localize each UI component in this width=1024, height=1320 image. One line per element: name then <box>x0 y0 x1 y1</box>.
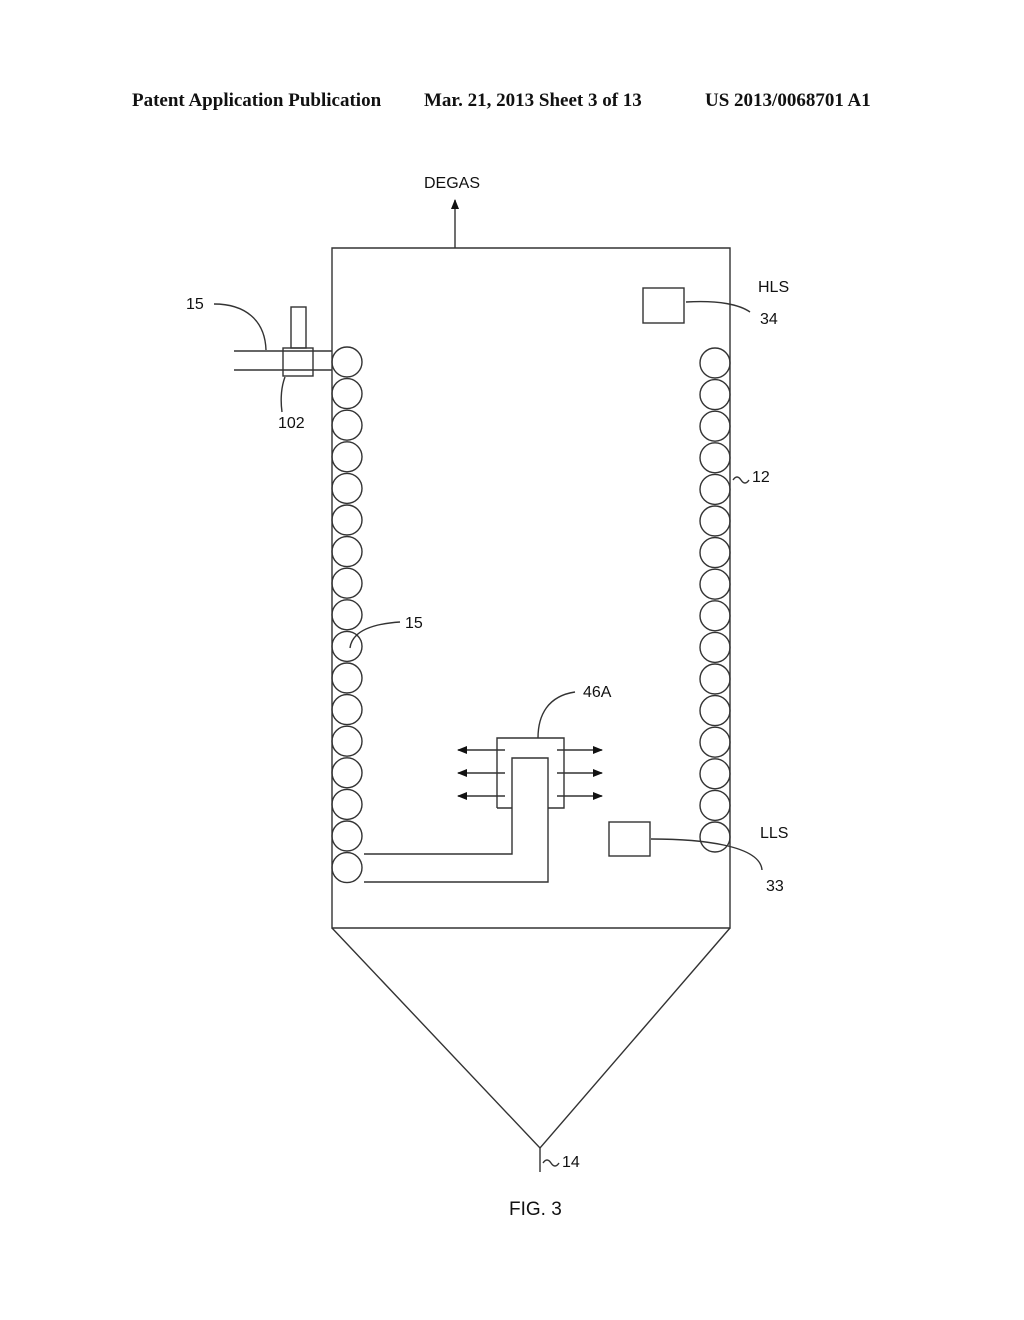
ref-102: 102 <box>278 415 305 432</box>
left-coil-turn <box>331 441 363 473</box>
left-coil-turn <box>331 535 363 568</box>
ref-15-coil: 15 <box>405 615 423 632</box>
hls-label: HLS <box>758 279 789 296</box>
left-coil-turn <box>331 472 363 505</box>
ref-14: 14 <box>562 1154 580 1171</box>
left-coil-turn <box>331 662 363 694</box>
ref-33: 33 <box>766 878 784 895</box>
right-coil-turn <box>699 442 731 474</box>
left-coil-turn <box>331 409 363 441</box>
right-coil-turn <box>699 663 731 695</box>
left-coil-turn <box>331 757 363 789</box>
right-coil-turn <box>699 631 731 664</box>
left-coil-turn <box>331 820 363 852</box>
high-level-sensor-34 <box>642 287 685 324</box>
left-coil-turn <box>331 599 363 631</box>
tilde-14 <box>542 1159 560 1167</box>
valve-102 <box>282 347 314 377</box>
left-coil-turn <box>331 725 363 757</box>
lls-label: LLS <box>760 825 788 842</box>
ref-46a: 46A <box>583 684 612 701</box>
ref-15-pipe: 15 <box>186 296 204 313</box>
left-coil-turn <box>331 346 363 378</box>
right-coil-column <box>699 347 731 853</box>
emitter-46a <box>496 737 565 809</box>
figure-caption: FIG. 3 <box>509 1199 562 1220</box>
valve-actuator <box>290 306 307 349</box>
leader-102 <box>280 376 286 413</box>
leader-34 <box>685 300 751 313</box>
right-coil-turn <box>699 536 731 569</box>
ref-34: 34 <box>760 311 778 328</box>
right-coil-turn <box>699 378 731 411</box>
left-coil-turn <box>331 630 363 663</box>
right-coil-turn <box>699 789 731 822</box>
low-level-sensor-33 <box>608 821 651 857</box>
vessel-cone <box>331 927 731 1150</box>
leader-33 <box>650 838 763 871</box>
left-coil-column <box>331 346 363 884</box>
left-coil-turn <box>331 504 363 536</box>
right-coil-turn <box>699 694 731 727</box>
right-coil-turn <box>699 821 731 853</box>
left-coil-turn <box>331 693 363 726</box>
leader-46a <box>537 691 576 739</box>
feed-line <box>364 757 549 883</box>
right-coil-turn <box>699 347 731 379</box>
figure-drawing: DEGAS 14 15 102 15 12 HLS 34 LLS 33 46A … <box>186 175 789 1220</box>
leader-15-pipe <box>213 303 267 351</box>
right-coil-turn <box>699 568 731 600</box>
right-coil-turn <box>699 473 731 506</box>
right-coil-turn <box>699 726 731 758</box>
vessel-body <box>331 247 731 929</box>
left-coil-turn <box>331 851 363 884</box>
emitter-arrows <box>457 746 603 800</box>
ref-12: 12 <box>752 469 770 486</box>
right-coil-turn <box>699 410 731 442</box>
tilde-12 <box>732 476 750 484</box>
left-coil-turn <box>331 377 363 410</box>
right-coil-turn <box>699 600 731 632</box>
right-coil-turn <box>699 758 731 790</box>
degas-label: DEGAS <box>424 175 480 192</box>
left-coil-turn <box>331 788 363 821</box>
left-coil-turn <box>331 567 363 599</box>
right-coil-turn <box>699 505 731 537</box>
